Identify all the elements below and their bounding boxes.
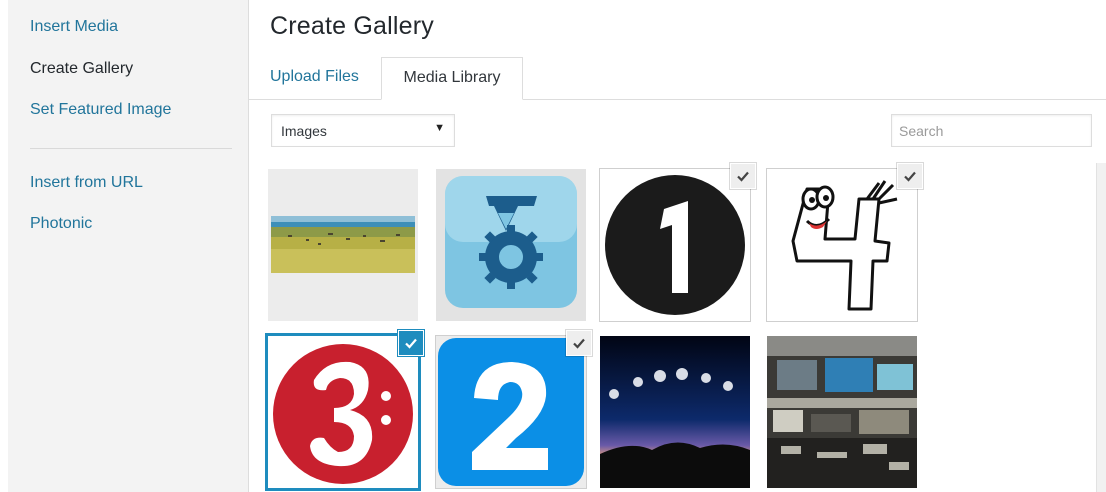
page-title: Create Gallery	[270, 12, 434, 40]
dropdown-arrow-icon: ▼	[434, 122, 445, 134]
number-3-red-circle-thumbnail	[268, 336, 418, 488]
attachment-moon-phases-sky[interactable]	[600, 336, 750, 488]
sidebar-item-photonic[interactable]: Photonic	[30, 215, 92, 233]
cartoon-number-4-thumbnail	[767, 169, 917, 321]
number-2-blue-square-thumbnail	[436, 336, 586, 488]
sidebar-separator	[30, 148, 232, 149]
media-sidebar: Insert Media Create Gallery Set Featured…	[8, 0, 249, 492]
selection-checkmark[interactable]	[897, 163, 923, 189]
tab-upload-files[interactable]: Upload Files	[262, 57, 367, 99]
checkmark-icon	[737, 171, 749, 182]
tab-bar-divider	[249, 99, 1106, 100]
number-1-circle-thumbnail	[600, 169, 750, 321]
attachment-number-3-red-circle[interactable]	[268, 330, 424, 488]
savanna-landscape-thumbnail	[268, 169, 418, 321]
sidebar-item-create-gallery[interactable]: Create Gallery	[30, 60, 133, 78]
checkmark-icon	[573, 338, 585, 349]
scrollbar[interactable]	[1096, 163, 1106, 492]
lab-equipment-photo-thumbnail	[767, 336, 917, 488]
media-type-filter-select[interactable]: Images ▼	[271, 114, 455, 147]
sidebar-item-set-featured-image[interactable]: Set Featured Image	[30, 101, 171, 119]
moon-phases-sky-thumbnail	[600, 336, 750, 488]
attachment-number-1-circle[interactable]	[600, 163, 756, 321]
checkmark-icon	[405, 338, 417, 349]
attachment-savanna-landscape[interactable]	[268, 169, 418, 321]
attachment-technion-logo[interactable]	[436, 169, 586, 321]
selection-checkmark[interactable]	[398, 330, 424, 356]
selection-checkmark[interactable]	[730, 163, 756, 189]
technion-logo-thumbnail	[436, 169, 586, 321]
filter-selected-value: Images	[281, 123, 327, 139]
attachment-lab-equipment-photo[interactable]	[767, 336, 917, 488]
attachment-cartoon-number-4[interactable]	[767, 163, 923, 321]
sidebar-item-insert-media[interactable]: Insert Media	[30, 18, 118, 36]
tab-media-library[interactable]: Media Library	[381, 57, 523, 100]
checkmark-icon	[904, 171, 916, 182]
attachment-number-2-blue-square[interactable]	[436, 330, 592, 488]
search-input[interactable]	[891, 114, 1092, 147]
selection-checkmark[interactable]	[566, 330, 592, 356]
sidebar-item-insert-from-url[interactable]: Insert from URL	[30, 174, 143, 192]
